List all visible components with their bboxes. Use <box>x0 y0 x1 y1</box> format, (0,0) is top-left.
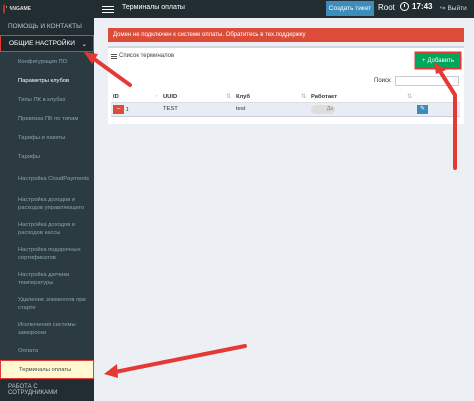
arrow-to-settings <box>88 54 132 87</box>
arrow-to-add <box>436 66 457 170</box>
annotation-arrows <box>84 52 457 378</box>
arrow-to-terminals <box>113 344 247 374</box>
